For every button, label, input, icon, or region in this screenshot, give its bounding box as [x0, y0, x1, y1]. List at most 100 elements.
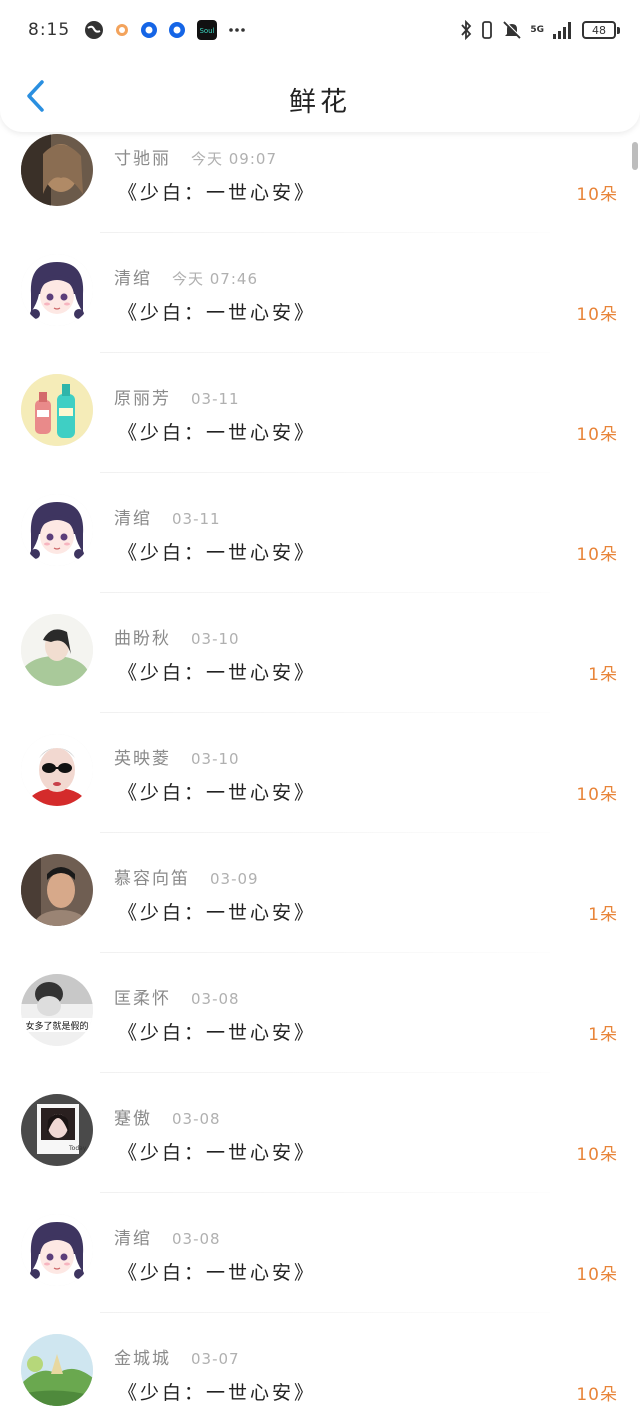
row-divider	[100, 592, 550, 593]
avatar-man-photo[interactable]	[21, 854, 93, 926]
flower-count: 10朵	[576, 1265, 618, 1285]
user-name[interactable]: 原丽芳	[114, 384, 171, 409]
gift-date: 03-11	[172, 510, 221, 528]
name-line: 蹇傲 03-08	[114, 1104, 221, 1129]
user-name[interactable]: 金城城	[114, 1344, 171, 1369]
status-right: 5G 48	[460, 20, 620, 40]
soul-label: Soul	[200, 27, 215, 35]
book-title[interactable]: 《少白：一世心安》	[118, 1378, 316, 1405]
name-line: 原丽芳 03-11	[114, 384, 240, 409]
avatar-anime-girl[interactable]	[21, 1214, 93, 1286]
row-divider	[100, 472, 550, 473]
book-title[interactable]: 《少白：一世心安》	[118, 418, 316, 445]
battery-icon: 48	[582, 21, 620, 39]
avatar-bottles[interactable]	[21, 374, 93, 446]
list-item[interactable]: 女多了就是假的 匡柔怀 03-08 《少白：一世心安》 1朵	[0, 974, 640, 1100]
flower-count: 10朵	[576, 785, 618, 805]
list-item[interactable]: 清绾 03-08 《少白：一世心安》 10朵	[0, 1214, 640, 1340]
user-name[interactable]: 清绾	[114, 504, 152, 529]
book-title[interactable]: 《少白：一世心安》	[118, 1018, 316, 1045]
avatar-bw-text[interactable]: 女多了就是假的	[21, 974, 93, 1046]
book-title[interactable]: 《少白：一世心安》	[118, 1138, 316, 1165]
avatar-girl-green[interactable]	[21, 614, 93, 686]
mute-icon	[502, 20, 522, 40]
svg-text:Today: Today	[68, 1145, 87, 1152]
book-title[interactable]: 《少白：一世心安》	[118, 298, 316, 325]
more-dots-icon	[228, 27, 246, 33]
user-name[interactable]: 清绾	[114, 264, 152, 289]
name-line: 清绾 03-08	[114, 1224, 221, 1249]
gift-date: 今天 09:07	[191, 150, 277, 168]
user-name[interactable]: 慕容向笛	[114, 864, 190, 889]
user-name[interactable]: 曲盼秋	[114, 624, 171, 649]
row-divider	[100, 952, 550, 953]
flower-count: 10朵	[576, 425, 618, 445]
list-item[interactable]: 曲盼秋 03-10 《少白：一世心安》 1朵	[0, 614, 640, 740]
flower-count: 10朵	[576, 1385, 618, 1405]
name-line: 清绾 今天 07:46	[114, 264, 258, 289]
row-divider	[100, 1192, 550, 1193]
scrollbar-thumb[interactable]	[632, 142, 638, 170]
list-item[interactable]: 英映菱 03-10 《少白：一世心安》 10朵	[0, 734, 640, 860]
list-item[interactable]: 清绾 今天 07:46 《少白：一世心安》 10朵	[0, 254, 640, 380]
orange-app-icon	[114, 22, 130, 38]
user-name[interactable]: 清绾	[114, 1224, 152, 1249]
avatar-landscape[interactable]	[21, 1334, 93, 1406]
user-name[interactable]: 寸驰丽	[114, 144, 171, 169]
name-line: 英映菱 03-10	[114, 744, 240, 769]
row-divider	[100, 832, 550, 833]
name-line: 曲盼秋 03-10	[114, 624, 240, 649]
book-title[interactable]: 《少白：一世心安》	[118, 1258, 316, 1285]
page-title: 鲜花	[289, 87, 351, 118]
book-title[interactable]: 《少白：一世心安》	[118, 538, 316, 565]
svg-text:女多了就是假的: 女多了就是假的	[25, 1020, 88, 1032]
avatar-sunglasses-girl[interactable]	[21, 734, 93, 806]
status-bar: 8:15 Soul 5G 48	[0, 0, 640, 60]
flowers-page: 8:15 Soul 5G 48 鲜花 寸驰丽 今天 09:07 《少白：一世心安…	[0, 0, 640, 1422]
list-item[interactable]: 慕容向笛 03-09 《少白：一世心安》 1朵	[0, 854, 640, 980]
soul-app-icon: Soul	[196, 19, 218, 41]
flower-gift-list: 寸驰丽 今天 09:07 《少白：一世心安》 10朵 清绾 今天 07:46 《…	[0, 134, 640, 1422]
user-name[interactable]: 英映菱	[114, 744, 171, 769]
gift-date: 03-10	[191, 630, 240, 648]
gift-date: 今天 07:46	[172, 270, 258, 288]
list-item[interactable]: 寸驰丽 今天 09:07 《少白：一世心安》 10朵	[0, 134, 640, 260]
user-name[interactable]: 匡柔怀	[114, 984, 171, 1009]
row-divider	[100, 712, 550, 713]
list-item[interactable]: 原丽芳 03-11 《少白：一世心安》 10朵	[0, 374, 640, 500]
user-name[interactable]: 蹇傲	[114, 1104, 152, 1129]
list-item[interactable]: 金城城 03-07 《少白：一世心安》 10朵	[0, 1334, 640, 1422]
globe-icon	[84, 20, 104, 40]
vibrate-icon	[480, 20, 494, 40]
flower-count: 1朵	[588, 905, 618, 925]
list-item[interactable]: Today 蹇傲 03-08 《少白：一世心安》 10朵	[0, 1094, 640, 1220]
blue-app-icon-1	[140, 21, 158, 39]
gift-date: 03-08	[172, 1110, 221, 1128]
flower-count: 10朵	[576, 545, 618, 565]
book-title[interactable]: 《少白：一世心安》	[118, 178, 316, 205]
gift-date: 03-11	[191, 390, 240, 408]
gift-date: 03-07	[191, 1350, 240, 1368]
row-divider	[100, 232, 550, 233]
row-divider	[100, 352, 550, 353]
gift-date: 03-09	[210, 870, 259, 888]
list-item[interactable]: 清绾 03-11 《少白：一世心安》 10朵	[0, 494, 640, 620]
flower-count: 1朵	[588, 665, 618, 685]
flower-count: 10朵	[576, 185, 618, 205]
name-line: 匡柔怀 03-08	[114, 984, 240, 1009]
book-title[interactable]: 《少白：一世心安》	[118, 778, 316, 805]
name-line: 金城城 03-07	[114, 1344, 240, 1369]
signal-icon	[552, 20, 574, 40]
book-title[interactable]: 《少白：一世心安》	[118, 658, 316, 685]
avatar-polaroid-girl[interactable]: Today	[21, 1094, 93, 1166]
status-left: 8:15 Soul	[28, 19, 246, 41]
avatar-anime-girl[interactable]	[21, 494, 93, 566]
header-bar: 鲜花	[0, 60, 640, 132]
avatar-photo-girl-hair[interactable]	[21, 134, 93, 206]
flower-count: 10朵	[576, 1145, 618, 1165]
flower-count: 10朵	[576, 305, 618, 325]
name-line: 慕容向笛 03-09	[114, 864, 259, 889]
row-divider	[100, 1072, 550, 1073]
book-title[interactable]: 《少白：一世心安》	[118, 898, 316, 925]
avatar-anime-girl[interactable]	[21, 254, 93, 326]
